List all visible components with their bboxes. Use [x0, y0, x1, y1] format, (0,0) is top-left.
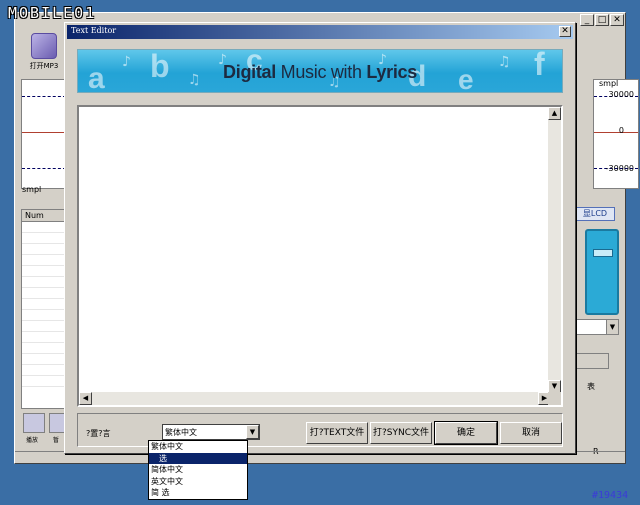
scale-top: 30000	[608, 90, 634, 99]
list-item[interactable]	[22, 310, 66, 321]
language-select-value: 繁体中文	[165, 428, 197, 437]
battery-icon	[593, 249, 613, 257]
sample-label-right: smpl	[599, 79, 619, 88]
banner-title: Digital Music with Lyrics	[78, 62, 562, 83]
waveform-right: 30000 0 -30000	[593, 79, 639, 189]
cd-music-icon	[31, 33, 57, 59]
dialog-title: Text Editor	[71, 26, 117, 35]
banner-word-music: Music with	[280, 62, 362, 82]
text-editor-dialog: Text Editor ✕ a b c d e f ♪ ♫ ♪ ♫ ♪ ♫ Di…	[64, 22, 576, 454]
banner-word-digital: Digital	[223, 62, 276, 82]
ok-button[interactable]: 确定	[434, 421, 498, 445]
pause-label: 暂	[53, 437, 60, 444]
language-option[interactable]: 英文中文	[149, 476, 247, 488]
list-item[interactable]	[22, 299, 66, 310]
open-mp3-button[interactable]: 打开MP3	[23, 33, 65, 85]
list-item[interactable]	[22, 288, 66, 299]
list-item[interactable]	[22, 255, 66, 266]
right-combo[interactable]: ▼	[575, 319, 619, 335]
chevron-down-icon[interactable]: ▼	[606, 320, 618, 334]
scale-mid: 0	[618, 126, 624, 135]
watermark: #19434	[592, 490, 629, 501]
language-label: ?置?言	[86, 429, 111, 438]
vertical-scrollbar[interactable]: ▲ ▼	[548, 107, 561, 393]
right-label: 表	[587, 382, 595, 391]
cancel-button[interactable]: 取消	[500, 422, 562, 444]
waveform-left	[21, 79, 67, 189]
list-item[interactable]	[22, 233, 66, 244]
player-device-icon	[585, 229, 619, 315]
banner-word-lyrics: Lyrics	[366, 62, 417, 82]
dialog-titlebar[interactable]: Text Editor ✕	[67, 25, 573, 39]
list-item[interactable]	[22, 266, 66, 277]
list-item[interactable]	[22, 343, 66, 354]
close-main-button[interactable]: ✕	[610, 14, 624, 26]
language-option[interactable]: 简体中文	[149, 464, 247, 476]
list-item[interactable]	[22, 222, 66, 233]
list-item[interactable]	[22, 376, 66, 387]
close-icon[interactable]: ✕	[559, 26, 571, 37]
sample-label-left: smpl	[22, 185, 42, 194]
language-select[interactable]: 繁体中文 ▼	[162, 424, 260, 440]
open-text-file-button[interactable]: 打?TEXT文件	[306, 422, 368, 444]
chevron-down-icon[interactable]: ▼	[246, 425, 259, 439]
minimize-button[interactable]: _	[580, 14, 594, 26]
lyrics-text-area[interactable]: ▲ ▼ ◀ ▶	[77, 105, 563, 407]
right-frame	[575, 353, 609, 369]
mobile01-logo: MOBILE01	[8, 4, 97, 22]
language-option[interactable]: 简 选	[149, 487, 247, 499]
list-item[interactable]	[22, 244, 66, 255]
play-button[interactable]	[23, 413, 45, 433]
language-option[interactable]: 繁体中文	[149, 441, 247, 453]
scroll-corner	[548, 392, 561, 405]
open-mp3-label: 打开MP3	[29, 62, 59, 70]
language-dropdown-list[interactable]: 繁体中文 选 简体中文 英文中文 简 选	[148, 440, 248, 500]
list-item[interactable]	[22, 332, 66, 343]
lcd-button[interactable]: 显LCD	[575, 207, 615, 221]
list-item[interactable]	[22, 321, 66, 332]
banner: a b c d e f ♪ ♫ ♪ ♫ ♪ ♫ Digital Music wi…	[77, 49, 563, 93]
scroll-up-icon[interactable]: ▲	[548, 107, 561, 120]
open-sync-file-button[interactable]: 打?SYNC文件	[370, 422, 432, 444]
horizontal-scrollbar[interactable]: ◀ ▶	[79, 392, 551, 405]
language-option-selected[interactable]: 选	[149, 452, 247, 465]
list-item[interactable]	[22, 277, 66, 288]
scroll-left-icon[interactable]: ◀	[79, 392, 92, 405]
scale-bottom: -30000	[605, 164, 634, 173]
list-header-num[interactable]: Num	[22, 210, 66, 222]
list-item[interactable]	[22, 365, 66, 376]
list-item[interactable]	[22, 354, 66, 365]
maximize-button[interactable]: □	[595, 14, 609, 26]
play-label: 播放	[26, 437, 39, 444]
track-list[interactable]: Num	[21, 209, 67, 409]
